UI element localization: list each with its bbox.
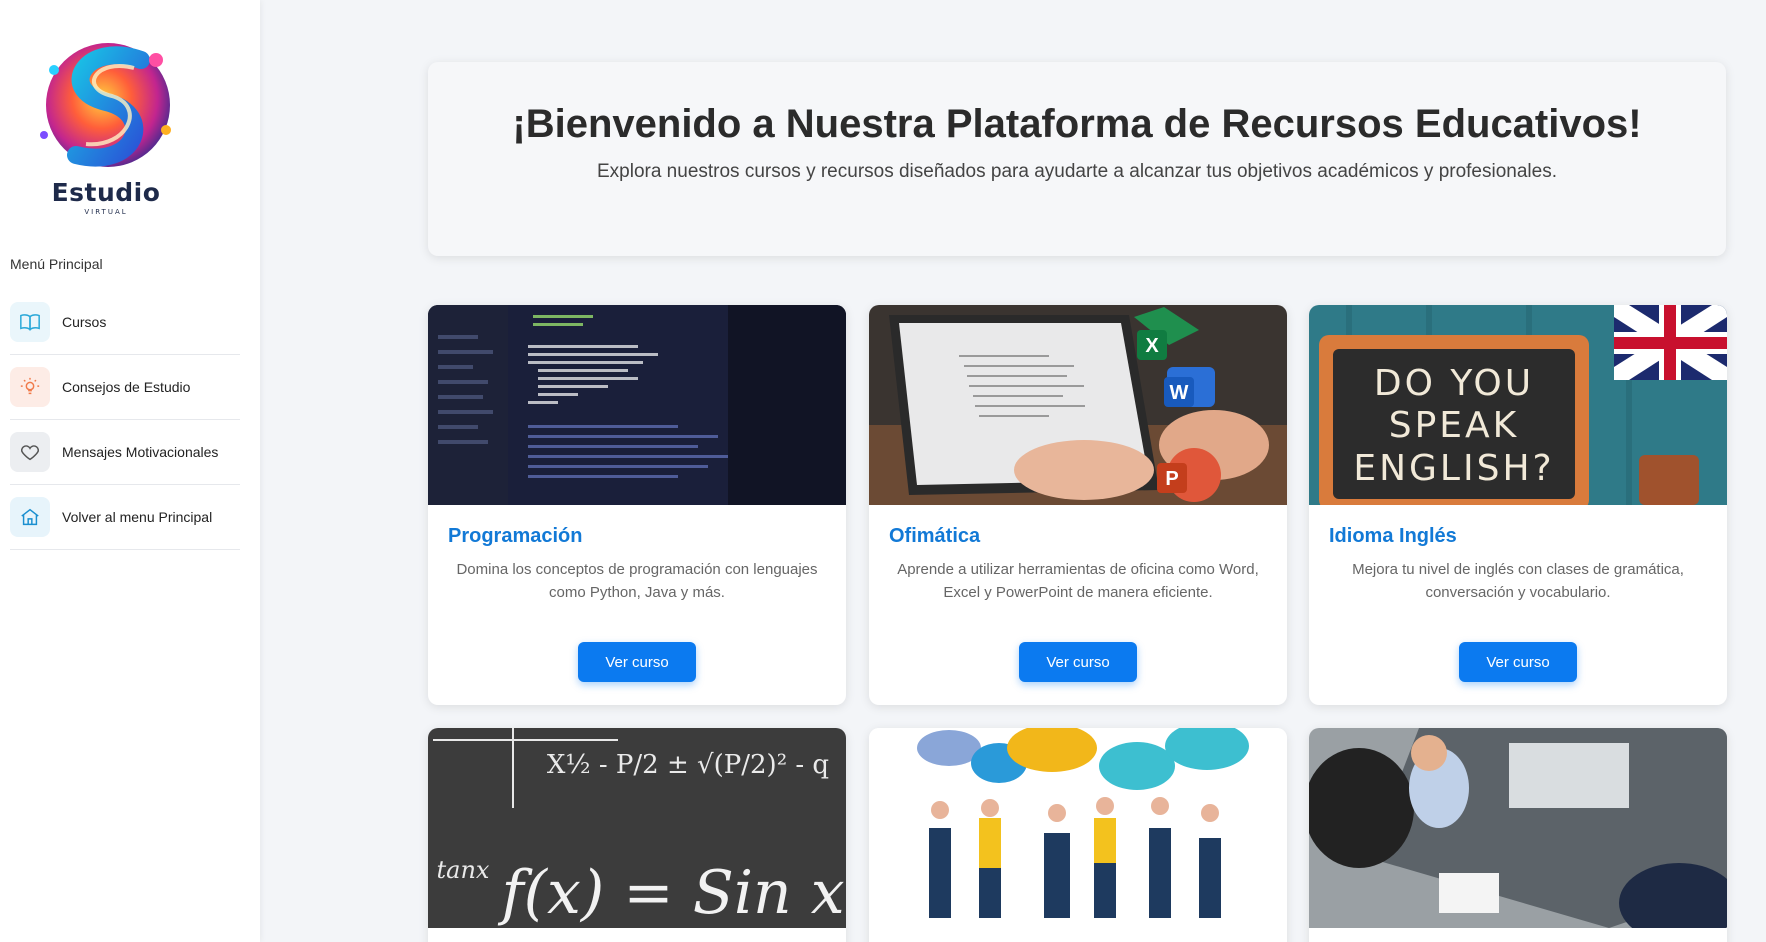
sidebar-item-consejos[interactable]: Consejos de Estudio (10, 355, 240, 420)
ver-curso-button[interactable]: Ver curso (578, 642, 696, 682)
uk-flag-icon (1614, 305, 1727, 380)
sidebar-menu: Cursos Consejos de Estudio Mensajes Moti… (10, 290, 240, 550)
svg-text:DO YOU: DO YOU (1374, 363, 1534, 404)
code-screen-image (428, 305, 846, 505)
sidebar-item-label: Consejos de Estudio (62, 379, 191, 395)
course-description: Aprende a utilizar herramientas de ofici… (897, 561, 1259, 601)
page-title: ¡Bienvenido a Nuestra Plataforma de Recu… (512, 102, 1642, 146)
sidebar-item-cursos[interactable]: Cursos (10, 290, 240, 355)
course-title: Programación (448, 525, 583, 547)
sidebar: Estudio VIRTUAL Menú Principal Cursos Co… (0, 0, 260, 942)
svg-text:ENGLISH?: ENGLISH? (1353, 448, 1554, 489)
word-icon: W (1164, 367, 1215, 407)
ver-curso-button[interactable]: Ver curso (1019, 642, 1137, 682)
svg-text:P: P (1165, 468, 1178, 490)
course-description: Mejora tu nivel de inglés con clases de … (1352, 561, 1684, 601)
math-chalkboard-image: X½ - P/2 ± √(P/2)² - q tanx f(x) = Sin x (428, 728, 846, 928)
book-icon (10, 302, 50, 342)
logo-swirl-graphic (40, 43, 171, 167)
course-card-ingles: DO YOU SPEAK ENGLISH? Idioma Inglés Mejo… (1309, 305, 1727, 705)
home-icon (10, 497, 50, 537)
brand-name: Estudio (51, 178, 161, 207)
handshake-office-image (1309, 728, 1727, 928)
people-speech-bubbles-image (869, 728, 1287, 928)
page-subtitle: Explora nuestros cursos y recursos diseñ… (596, 161, 1557, 182)
course-description: Domina los conceptos de programación con… (456, 561, 818, 601)
svg-text:f(x) = Sin x: f(x) = Sin x (497, 858, 844, 928)
brand-tagline: VIRTUAL (84, 208, 128, 216)
course-title: Idioma Inglés (1329, 525, 1457, 547)
welcome-banner: ¡Bienvenido a Nuestra Plataforma de Recu… (428, 62, 1726, 256)
svg-text:W: W (1170, 382, 1189, 404)
sidebar-item-label: Cursos (62, 314, 107, 330)
svg-text:X: X (1145, 335, 1159, 357)
course-card-math: X½ - P/2 ± √(P/2)² - q tanx f(x) = Sin x (428, 728, 846, 942)
svg-text:tanx: tanx (437, 856, 490, 884)
sidebar-item-volver[interactable]: Volver al menu Principal (10, 485, 240, 550)
estudio-logo[interactable]: Estudio VIRTUAL (16, 30, 196, 216)
course-card-ofimatica: X W P Ofimática Aprende a utilizar herra… (869, 305, 1287, 705)
sidebar-item-label: Mensajes Motivacionales (62, 444, 219, 460)
sidebar-item-mensajes[interactable]: Mensajes Motivacionales (10, 420, 240, 485)
course-card-programacion: Programación Domina los conceptos de pro… (428, 305, 846, 705)
lightbulb-icon (10, 367, 50, 407)
course-title: Ofimática (889, 525, 981, 547)
svg-text:SPEAK: SPEAK (1389, 405, 1520, 446)
english-chalkboard-image: DO YOU SPEAK ENGLISH? (1309, 305, 1727, 505)
menu-title: Menú Principal (10, 256, 103, 272)
svg-text:X½ - P/2 ± √(P/2)² - q: X½ - P/2 ± √(P/2)² - q (547, 750, 829, 780)
course-card-business (1309, 728, 1727, 942)
ver-curso-button[interactable]: Ver curso (1459, 642, 1577, 682)
sidebar-item-label: Volver al menu Principal (62, 509, 213, 525)
course-card-communication (869, 728, 1287, 942)
heart-icon (10, 432, 50, 472)
office-laptop-image: X W P (869, 305, 1287, 505)
